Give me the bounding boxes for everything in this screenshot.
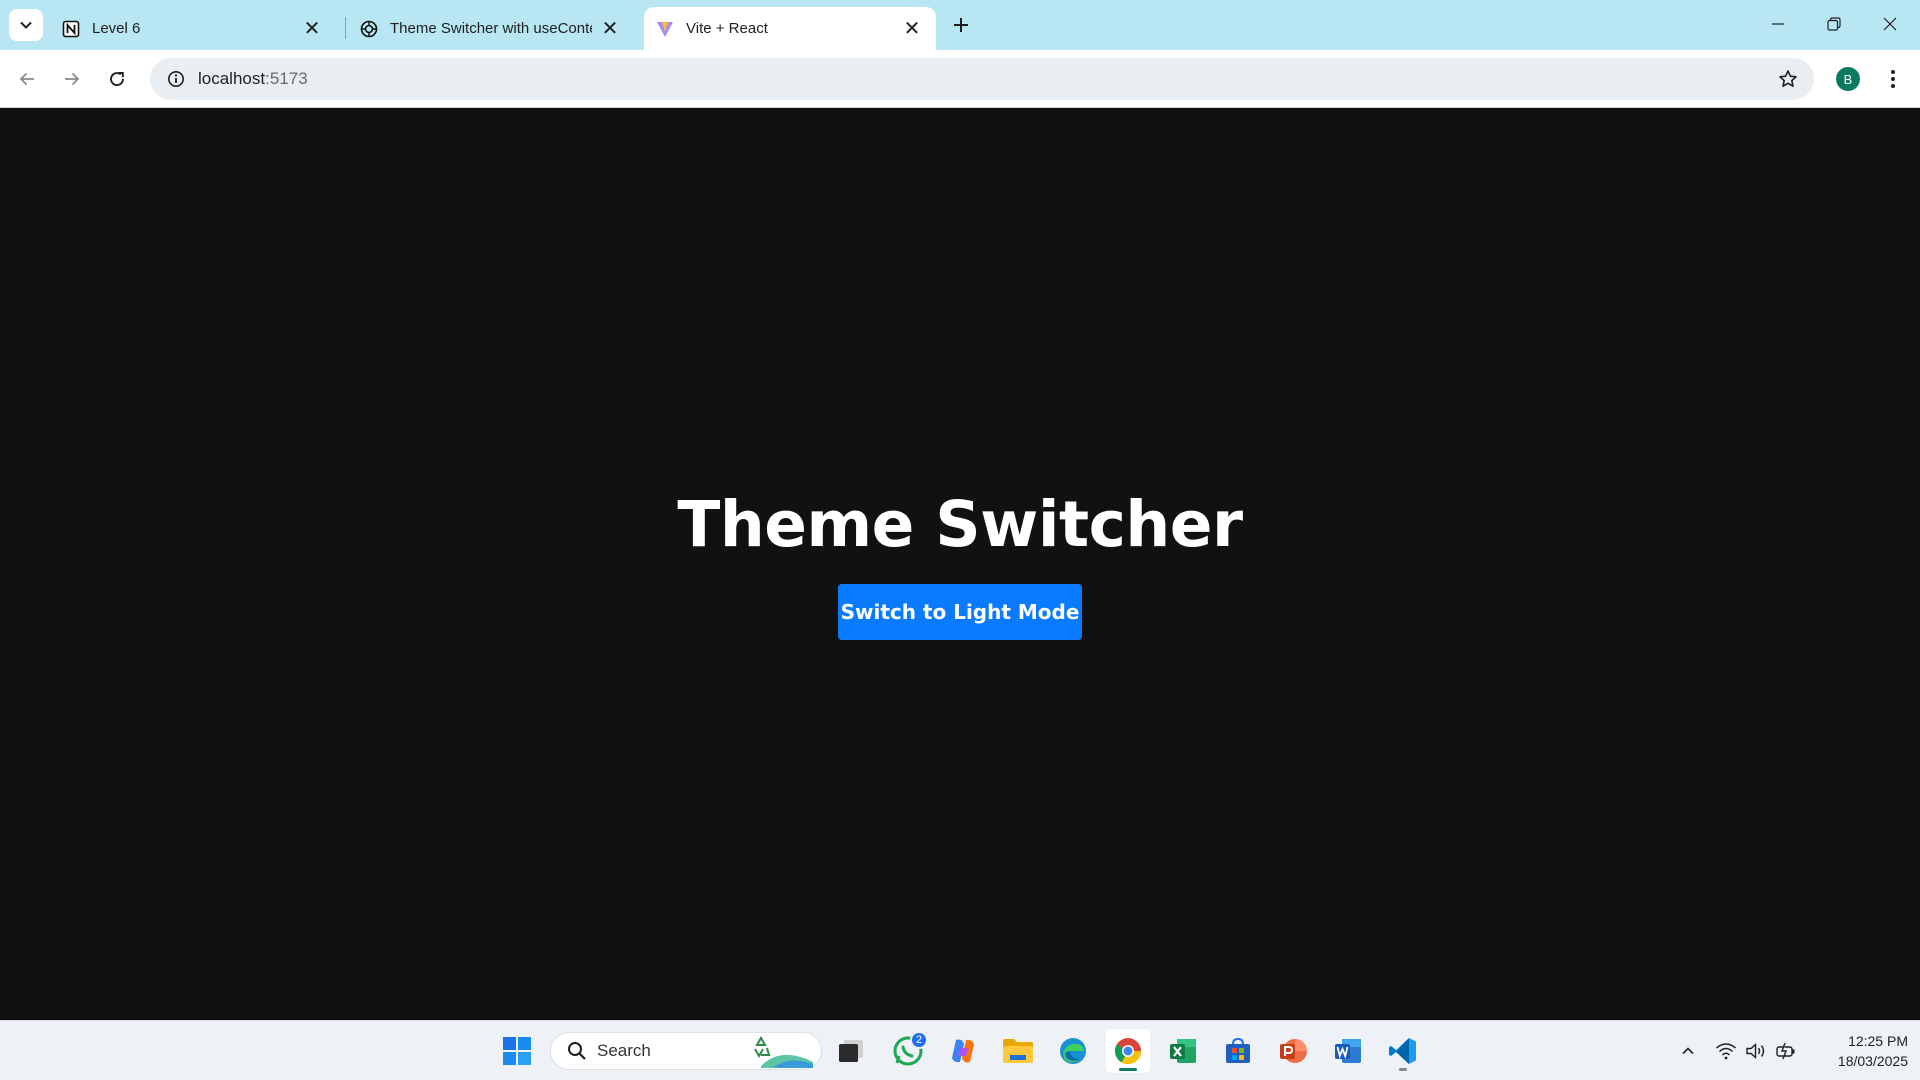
more-vertical-icon: [1891, 70, 1895, 88]
chrome-icon: [1114, 1038, 1142, 1065]
new-tab-button[interactable]: [946, 10, 976, 40]
whatsapp-button[interactable]: 2: [886, 1029, 930, 1073]
volume-icon[interactable]: [1744, 1039, 1768, 1063]
taskbar-search[interactable]: Search: [550, 1032, 822, 1070]
close-icon[interactable]: ✕: [900, 17, 924, 41]
vite-icon: [656, 20, 674, 38]
recycle-illustration-icon: [754, 1036, 813, 1068]
system-clock[interactable]: 12:25 PM 18/03/2025: [1808, 1031, 1908, 1071]
bookmark-star-icon[interactable]: [1776, 67, 1800, 91]
chevron-down-icon: [20, 21, 32, 29]
clock-date: 18/03/2025: [1837, 1053, 1908, 1069]
vscode-icon: [1389, 1038, 1416, 1064]
tab-search-button[interactable]: [9, 9, 43, 41]
edge-button[interactable]: [1051, 1029, 1095, 1073]
folder-icon: [1003, 1039, 1033, 1063]
browser-menu-button[interactable]: [1880, 62, 1906, 96]
clock-time: 12:25 PM: [1848, 1033, 1908, 1049]
close-window-button[interactable]: [1862, 0, 1918, 48]
page-viewport: Theme Switcher Switch to Light Mode: [0, 109, 1920, 1020]
active-indicator: [1119, 1068, 1137, 1071]
restore-icon: [1827, 17, 1841, 31]
excel-icon: [1170, 1039, 1196, 1063]
back-button[interactable]: [10, 62, 44, 96]
windows-start-icon: [503, 1037, 531, 1065]
tab-theme-switcher[interactable]: Theme Switcher with useConte ✕: [346, 7, 636, 50]
vscode-button[interactable]: [1381, 1029, 1425, 1073]
edge-icon: [1060, 1038, 1086, 1064]
close-icon[interactable]: ✕: [300, 17, 324, 41]
page-title: Theme Switcher: [677, 488, 1243, 561]
search-icon: [557, 1041, 597, 1061]
profile-avatar[interactable]: B: [1836, 67, 1860, 91]
notification-badge: 2: [910, 1031, 928, 1049]
copilot-button[interactable]: [941, 1029, 985, 1073]
powerpoint-button[interactable]: [1271, 1029, 1315, 1073]
url-host: localhost: [198, 69, 266, 88]
tab-level-6[interactable]: Level 6 ✕: [48, 7, 338, 50]
tab-title: Vite + React: [686, 20, 768, 37]
tab-vite-react[interactable]: Vite + React ✕: [644, 7, 936, 50]
openai-icon: [360, 20, 378, 38]
start-button[interactable]: [495, 1029, 539, 1073]
word-button[interactable]: [1326, 1029, 1370, 1073]
excel-button[interactable]: [1161, 1029, 1205, 1073]
powerpoint-icon: [1280, 1039, 1307, 1063]
switch-theme-button[interactable]: Switch to Light Mode: [838, 584, 1082, 640]
browser-toolbar: localhost:5173 B: [0, 50, 1920, 108]
chevron-up-icon: [1682, 1047, 1694, 1055]
address-bar[interactable]: localhost:5173: [150, 58, 1814, 100]
tab-strip: Level 6 ✕ Theme Switcher with useConte ✕…: [0, 0, 1920, 50]
url-port: :5173: [265, 69, 308, 88]
file-explorer-button[interactable]: [996, 1029, 1040, 1073]
search-placeholder: Search: [597, 1041, 651, 1060]
battery-charging-icon[interactable]: [1774, 1039, 1798, 1063]
restore-button[interactable]: [1806, 0, 1862, 48]
chrome-button[interactable]: [1106, 1029, 1150, 1073]
plus-icon: [954, 18, 968, 32]
copilot-icon: [952, 1039, 974, 1063]
store-icon: [1226, 1037, 1250, 1063]
forward-button[interactable]: [55, 62, 89, 96]
arrow-left-icon: [19, 72, 34, 86]
word-icon: [1335, 1039, 1361, 1063]
notion-icon: [62, 20, 80, 38]
running-indicator: [1399, 1068, 1407, 1071]
microsoft-store-button[interactable]: [1216, 1029, 1260, 1073]
wifi-icon[interactable]: [1714, 1039, 1738, 1063]
windows-taskbar: Search 2 12:25 PM 18/03/2025: [0, 1020, 1920, 1080]
reload-button[interactable]: [100, 62, 134, 96]
task-view-button[interactable]: [829, 1029, 873, 1073]
arrow-right-icon: [65, 72, 80, 86]
close-icon: [1883, 17, 1897, 31]
tab-title: Theme Switcher with useConte: [390, 20, 592, 37]
reload-icon: [110, 72, 124, 86]
close-icon[interactable]: ✕: [598, 17, 622, 41]
task-view-icon: [839, 1040, 863, 1062]
url-text[interactable]: localhost:5173: [198, 69, 308, 89]
minimize-icon: [1772, 23, 1784, 25]
tab-title: Level 6: [92, 20, 141, 37]
show-hidden-icons-button[interactable]: [1676, 1039, 1700, 1063]
site-info-icon[interactable]: [154, 58, 198, 100]
minimize-button[interactable]: [1750, 0, 1806, 48]
